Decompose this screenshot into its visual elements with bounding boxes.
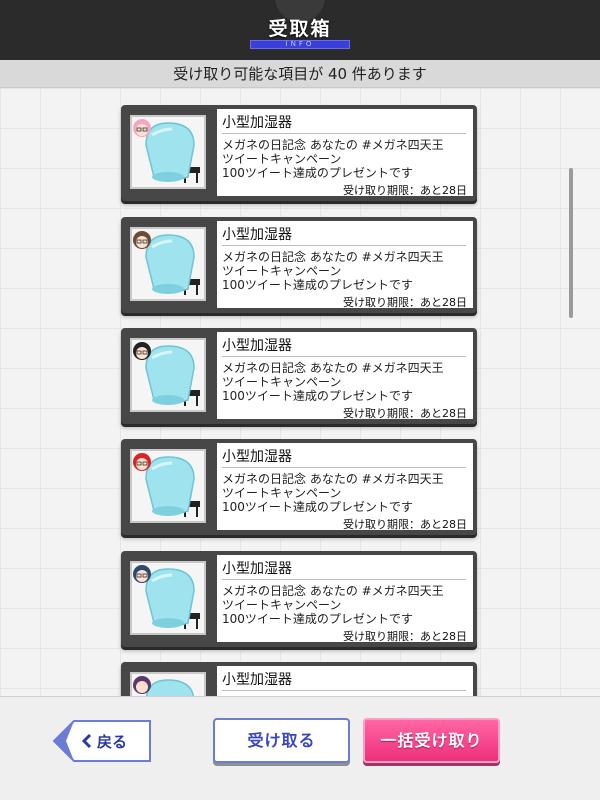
character-chibi-icon (133, 453, 151, 471)
divider (222, 133, 466, 134)
item-title: 小型加湿器 (222, 338, 292, 354)
chevron-left-icon (81, 733, 92, 749)
item-title: 小型加湿器 (222, 672, 292, 688)
character-chibi-icon (133, 676, 151, 694)
divider (222, 245, 466, 246)
divider (222, 690, 466, 691)
present-card[interactable]: 小型加湿器 (121, 662, 477, 696)
item-deadline: 受け取り期限：あと28日 (343, 518, 467, 531)
character-chibi-icon (133, 565, 151, 583)
item-title: 小型加湿器 (222, 449, 292, 465)
bulk-receive-button[interactable]: 一括受け取り (363, 718, 500, 763)
item-thumbnail (130, 561, 206, 635)
divider (222, 579, 466, 580)
receive-button[interactable]: 受け取る (213, 718, 350, 763)
item-deadline: 受け取り期限：あと28日 (343, 407, 467, 420)
item-thumbnail (130, 449, 206, 523)
item-description: メガネの日記念 あなたの #メガネ四天王 ツイートキャンペーン 100ツイート達… (222, 138, 444, 180)
screen-subtitle: INFO (285, 40, 315, 48)
present-card[interactable]: 小型加湿器 メガネの日記念 あなたの #メガネ四天王 ツイートキャンペーン 10… (121, 439, 477, 535)
item-info: 小型加湿器 メガネの日記念 あなたの #メガネ四天王 ツイートキャンペーン 10… (217, 109, 473, 197)
item-info: 小型加湿器 メガネの日記念 あなたの #メガネ四天王 ツイートキャンペーン 10… (217, 443, 473, 531)
item-description: メガネの日記念 あなたの #メガネ四天王 ツイートキャンペーン 100ツイート達… (222, 361, 444, 403)
item-thumbnail (130, 672, 206, 696)
divider (222, 467, 466, 468)
divider (222, 356, 466, 357)
present-card[interactable]: 小型加湿器 メガネの日記念 あなたの #メガネ四天王 ツイートキャンペーン 10… (121, 217, 477, 313)
item-deadline: 受け取り期限：あと28日 (343, 296, 467, 309)
item-title: 小型加湿器 (222, 227, 292, 243)
item-title: 小型加湿器 (222, 115, 292, 131)
screen-title: 受取箱 (268, 18, 332, 40)
item-info: 小型加湿器 メガネの日記念 あなたの #メガネ四天王 ツイートキャンペーン 10… (217, 221, 473, 309)
item-info: 小型加湿器 メガネの日記念 あなたの #メガネ四天王 ツイートキャンペーン 10… (217, 555, 473, 643)
item-description: メガネの日記念 あなたの #メガネ四天王 ツイートキャンペーン 100ツイート達… (222, 584, 444, 626)
item-info: 小型加湿器 メガネの日記念 あなたの #メガネ四天王 ツイートキャンペーン 10… (217, 332, 473, 420)
item-thumbnail (130, 115, 206, 189)
item-thumbnail (130, 338, 206, 412)
character-chibi-icon (133, 119, 151, 137)
item-description: メガネの日記念 あなたの #メガネ四天王 ツイートキャンペーン 100ツイート達… (222, 250, 444, 292)
item-title: 小型加湿器 (222, 561, 292, 577)
character-chibi-icon (133, 231, 151, 249)
item-thumbnail (130, 227, 206, 301)
list-scrollbar[interactable] (569, 168, 573, 318)
present-list[interactable]: 小型加湿器 メガネの日記念 あなたの #メガネ四天王 ツイートキャンペーン 10… (0, 88, 600, 696)
character-chibi-icon (133, 342, 151, 360)
item-deadline: 受け取り期限：あと28日 (343, 184, 467, 197)
present-card[interactable]: 小型加湿器 メガネの日記念 あなたの #メガネ四天王 ツイートキャンペーン 10… (121, 328, 477, 424)
item-info: 小型加湿器 (217, 666, 473, 696)
present-card[interactable]: 小型加湿器 メガネの日記念 あなたの #メガネ四天王 ツイートキャンペーン 10… (121, 105, 477, 201)
present-card[interactable]: 小型加湿器 メガネの日記念 あなたの #メガネ四天王 ツイートキャンペーン 10… (121, 551, 477, 647)
item-description: メガネの日記念 あなたの #メガネ四天王 ツイートキャンペーン 100ツイート達… (222, 472, 444, 514)
header-bar: 受取箱 INFO (0, 0, 600, 60)
back-button-label: 戻る (97, 733, 128, 751)
screen-title-block: 受取箱 INFO (248, 0, 352, 55)
back-button[interactable]: 戻る (52, 719, 152, 763)
item-deadline: 受け取り期限：あと28日 (343, 630, 467, 643)
footer-bar: 戻る 受け取る 一括受け取り (0, 696, 600, 800)
item-count-notice: 受け取り可能な項目が 40 件あります (0, 60, 600, 88)
